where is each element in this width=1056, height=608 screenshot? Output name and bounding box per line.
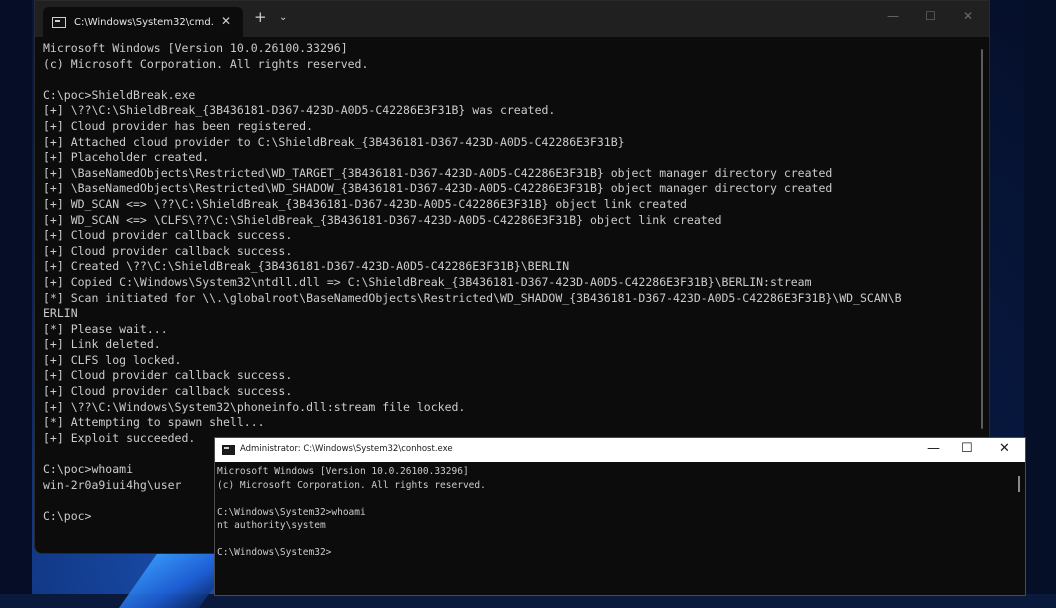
close-icon[interactable]: ✕ xyxy=(221,14,231,28)
conhost-line xyxy=(217,533,1007,547)
terminal-line: [+] Link deleted. xyxy=(43,337,161,352)
terminal-tab-bar: C:\Windows\System32\cmd.e ✕ + ⌄ — ☐ ✕ xyxy=(35,1,989,37)
conhost-scrollbar[interactable] xyxy=(1018,476,1020,492)
terminal-line: [+] Placeholder created. xyxy=(43,150,210,165)
terminal-line: [+] WD_SCAN <=> \CLFS\??\C:\ShieldBreak_… xyxy=(43,212,722,227)
terminal-line: C:\poc>ShieldBreak.exe xyxy=(43,87,196,102)
desktop-edge-right xyxy=(1024,0,1056,594)
conhost-output[interactable]: Microsoft Windows [Version 10.0.26100.33… xyxy=(217,465,1007,560)
tab-cmd[interactable]: C:\Windows\System32\cmd.e ✕ xyxy=(43,7,243,37)
maximize-icon[interactable]: ☐ xyxy=(961,441,973,456)
terminal-line: [+] \??\C:\ShieldBreak_{3B436181-D367-42… xyxy=(43,103,556,118)
terminal-line: [+] Cloud provider callback success. xyxy=(43,243,293,258)
minimize-icon[interactable]: — xyxy=(887,9,899,23)
minimize-icon[interactable]: — xyxy=(927,441,940,456)
terminal-line: [+] Copied C:\Windows\System32\ntdll.dll… xyxy=(43,274,812,289)
terminal-line: [+] Cloud provider callback success. xyxy=(43,228,293,243)
terminal-line: [+] Attached cloud provider to C:\Shield… xyxy=(43,134,625,149)
terminal-line: [+] Cloud provider callback success. xyxy=(43,368,293,383)
desktop-edge-left xyxy=(0,0,32,594)
console-icon xyxy=(222,445,235,455)
terminal-line: [+] \BaseNamedObjects\Restricted\WD_TARG… xyxy=(43,165,833,180)
conhost-line xyxy=(217,492,1007,506)
terminal-line: ERLIN xyxy=(43,306,78,321)
terminal-line: [+] \??\C:\Windows\System32\phoneinfo.dl… xyxy=(43,399,466,414)
terminal-line: (c) Microsoft Corporation. All rights re… xyxy=(43,56,369,71)
terminal-line: [*] Scan initiated for \\.\globalroot\Ba… xyxy=(43,290,902,305)
conhost-title: Administrator: C:\Windows\System32\conho… xyxy=(240,444,453,454)
terminal-scrollbar[interactable] xyxy=(981,49,983,429)
close-icon[interactable]: ✕ xyxy=(999,441,1010,456)
conhost-window[interactable]: Administrator: C:\Windows\System32\conho… xyxy=(214,437,1026,596)
conhost-line: (c) Microsoft Corporation. All rights re… xyxy=(217,479,486,491)
terminal-line: [*] Please wait... xyxy=(43,321,168,336)
terminal-line: Microsoft Windows [Version 10.0.26100.33… xyxy=(43,41,348,55)
conhost-line: Microsoft Windows [Version 10.0.26100.33… xyxy=(217,466,469,477)
terminal-line: [*] Attempting to spawn shell... xyxy=(43,415,265,430)
terminal-line: [+] CLFS log locked. xyxy=(43,352,182,367)
conhost-line: C:\Windows\System32> xyxy=(217,547,332,558)
terminal-line: [+] \BaseNamedObjects\Restricted\WD_SHAD… xyxy=(43,181,833,196)
terminal-line: [+] Cloud provider callback success. xyxy=(43,384,293,399)
conhost-line: nt authority\system xyxy=(217,520,326,531)
plus-icon[interactable]: + xyxy=(254,10,267,25)
chevron-down-icon[interactable]: ⌄ xyxy=(279,12,287,23)
terminal-line: [+] Created \??\C:\ShieldBreak_{3B436181… xyxy=(43,259,570,274)
close-window-icon[interactable]: ✕ xyxy=(963,9,973,23)
console-icon xyxy=(52,16,66,28)
terminal-line: [+] WD_SCAN <=> \??\C:\ShieldBreak_{3B43… xyxy=(43,196,687,211)
conhost-title-bar[interactable]: Administrator: C:\Windows\System32\conho… xyxy=(215,438,1025,462)
conhost-line: C:\Windows\System32>whoami xyxy=(217,506,366,518)
tab-title: C:\Windows\System32\cmd.e xyxy=(74,16,214,28)
terminal-line: [+] Cloud provider has been registered. xyxy=(43,118,314,133)
maximize-icon[interactable]: ☐ xyxy=(925,9,936,23)
